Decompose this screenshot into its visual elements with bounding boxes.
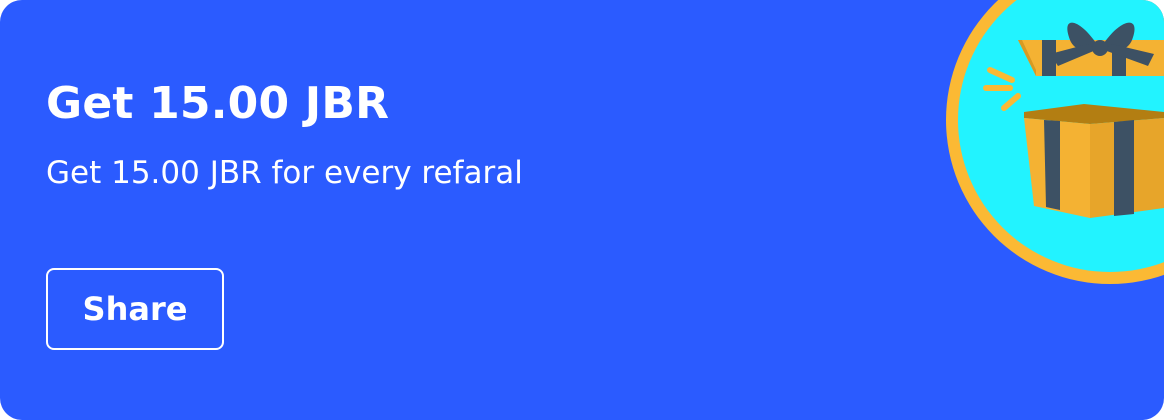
- share-button[interactable]: Share: [46, 268, 224, 350]
- referral-promo-card: Get 15.00 JBR Get 15.00 JBR for every re…: [0, 0, 1164, 420]
- promo-title: Get 15.00 JBR: [46, 78, 390, 129]
- promo-subtitle: Get 15.00 JBR for every refaral: [46, 155, 523, 191]
- gift-box-icon: [946, 0, 1164, 284]
